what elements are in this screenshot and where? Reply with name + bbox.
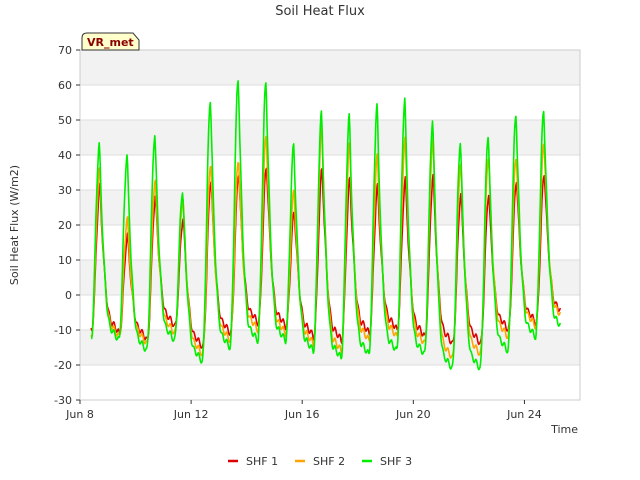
site-badge-text: VR_met [87,36,134,49]
plot-band [80,85,580,120]
y-tick-label: 40 [58,149,72,162]
plot-band [80,260,580,295]
plot-band [80,365,580,400]
y-tick-label: 50 [58,114,72,127]
y-tick-label: -30 [54,394,72,407]
y-tick-label: -20 [54,359,72,372]
y-axis-ticks: -30 -20 -10 0 10 20 30 40 50 60 70 [54,44,80,407]
plot-band [80,50,580,85]
x-tick-label: Jun 8 [65,408,94,421]
y-tick-label: 60 [58,79,72,92]
y-tick-label: 0 [65,289,72,302]
y-tick-label: 70 [58,44,72,57]
legend-label: SHF 2 [313,455,345,468]
x-axis-label: Time [550,423,578,436]
y-axis-label: Soil Heat Flux (W/m2) [8,165,21,285]
legend-label: SHF 3 [380,455,412,468]
soil-heat-flux-chart: Soil Heat Flux -30-20-10010203040506070 … [8,4,581,468]
plot-band [80,225,580,260]
y-tick-label: 30 [58,184,72,197]
x-tick-label: Jun 16 [284,408,320,421]
x-axis-ticks: Jun 8 Jun 12 Jun 16 Jun 20 Jun 24 [65,400,542,421]
site-badge: VR_met [81,32,140,51]
x-tick-label: Jun 24 [506,408,542,421]
y-tick-label: 10 [58,254,72,267]
x-tick-label: Jun 20 [395,408,431,421]
y-tick-label: 20 [58,219,72,232]
legend-label: SHF 1 [246,455,278,468]
x-tick-label: Jun 12 [173,408,209,421]
y-tick-label: -10 [54,324,72,337]
chart-title: Soil Heat Flux [275,4,365,19]
legend: SHF 1 SHF 2 SHF 3 [228,455,412,468]
